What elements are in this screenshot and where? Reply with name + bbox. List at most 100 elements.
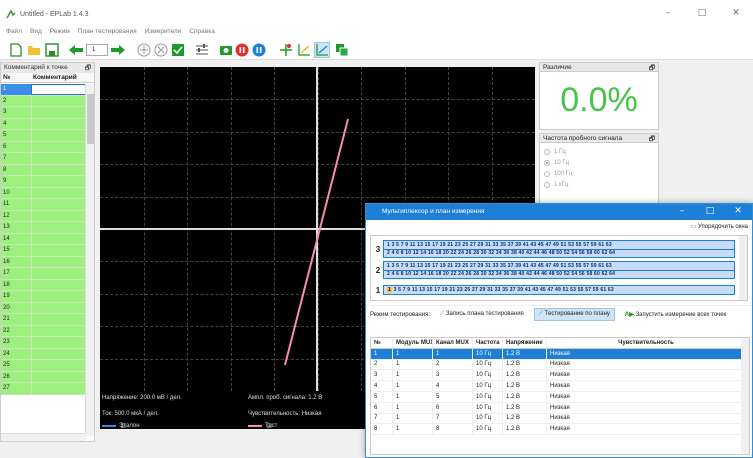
freq-option-1khz[interactable]: 1 кГц [544, 179, 654, 190]
point-row[interactable]: 15 [1, 245, 86, 257]
col-mux-module[interactable]: Модуль MUX [393, 338, 433, 348]
plan-row[interactable]: 3 1 3 10 Гц 1.2 В Низкая [371, 370, 749, 382]
point-row[interactable]: 2 [1, 95, 86, 107]
point-row[interactable]: 18 [1, 279, 86, 291]
point-comment-cell[interactable] [31, 199, 86, 210]
confirm-button[interactable] [170, 42, 186, 58]
point-comment-cell[interactable] [31, 187, 86, 198]
write-plan-button[interactable]: ⟋ Запись плана тестирования [436, 309, 528, 320]
arrange-windows-button[interactable]: ▭ Упорядочить окна [691, 223, 748, 230]
point-comment-cell[interactable] [31, 279, 86, 290]
mux-even-channels[interactable]: 2 4 6 8 10 12 14 16 18 20 22 24 26 28 30… [384, 270, 734, 278]
undock-icon[interactable]: 🗗 [649, 64, 655, 75]
horizontal-scrollbar[interactable] [1, 433, 86, 441]
col-voltage[interactable]: Напряжение [503, 338, 547, 348]
point-row[interactable]: 17 [1, 268, 86, 280]
close-button[interactable]: ✕ [719, 8, 753, 18]
menu-test-plan[interactable]: План тестирования [78, 28, 137, 40]
stop-button[interactable] [234, 42, 250, 58]
point-row[interactable]: 14 [1, 233, 86, 245]
point-row[interactable]: 21 [1, 314, 86, 326]
point-comment-cell[interactable] [31, 141, 86, 152]
col-mux-channel[interactable]: Канал MUX [433, 338, 473, 348]
point-row[interactable]: 26 [1, 371, 86, 383]
maximize-button[interactable]: □ [685, 8, 719, 18]
save-button[interactable] [44, 42, 60, 58]
mux-odd-channels[interactable]: 1 3 5 7 9 11 13 15 17 19 21 23 25 27 29 … [384, 286, 734, 294]
settings-button[interactable] [194, 42, 210, 58]
open-folder-button[interactable] [26, 42, 42, 58]
point-row[interactable]: 5 [1, 130, 86, 142]
plan-testing-button[interactable]: ⟋ Тестирование по плану [533, 308, 615, 321]
table-scrollbar[interactable] [741, 338, 749, 454]
col-comment[interactable]: Комментарий [31, 73, 79, 82]
point-row[interactable]: 6 [1, 141, 86, 153]
camera-button[interactable] [218, 42, 234, 58]
freq-option-10hz[interactable]: 10 Гц [544, 157, 654, 168]
point-number-input[interactable]: 1 [86, 44, 108, 56]
point-row[interactable]: 10 [1, 187, 86, 199]
mux-scrollbar[interactable] [739, 236, 747, 300]
point-row[interactable]: 13 [1, 222, 86, 234]
point-comment-cell[interactable] [31, 107, 86, 118]
point-row[interactable]: 27 [1, 383, 86, 395]
next-point-button[interactable] [110, 42, 126, 58]
plan-row[interactable]: 5 1 5 10 Гц 1.2 В Низкая [371, 391, 749, 403]
point-row[interactable]: 12 [1, 210, 86, 222]
col-number[interactable]: № [1, 73, 31, 82]
point-comment-cell[interactable] [31, 233, 86, 244]
curve-button[interactable] [296, 42, 312, 58]
point-comment-cell[interactable] [31, 95, 86, 106]
add-point-button[interactable] [136, 42, 152, 58]
point-row[interactable]: 23 [1, 337, 86, 349]
run-all-button[interactable]: A▶ Запустить измерение всех точек [621, 309, 730, 320]
point-comment-cell[interactable] [31, 164, 86, 175]
col-frequency[interactable]: Частота [473, 338, 503, 348]
minimize-button[interactable]: – [651, 8, 685, 18]
point-comment-cell[interactable] [31, 84, 86, 95]
dialog-minimize-button[interactable]: – [668, 206, 696, 216]
col-number[interactable]: № [371, 338, 393, 348]
pause-button[interactable] [251, 42, 267, 58]
plan-row[interactable]: 7 1 7 10 Гц 1.2 В Низкая [371, 413, 749, 425]
freq-option-100hz[interactable]: 100 Гц [544, 168, 654, 179]
grid-button[interactable] [278, 42, 294, 58]
menu-meters[interactable]: Измерители [145, 28, 182, 40]
dialog-maximize-button[interactable]: □ [696, 206, 724, 216]
point-comment-cell[interactable] [31, 360, 86, 371]
point-comment-cell[interactable] [31, 210, 86, 221]
point-comment-cell[interactable] [31, 348, 86, 359]
point-comment-cell[interactable] [31, 371, 86, 382]
undock-icon[interactable]: 🗗 [85, 64, 91, 75]
point-row[interactable]: 3 [1, 107, 86, 119]
point-row[interactable]: 9 [1, 176, 86, 188]
freq-option-1hz[interactable]: 1 Гц [544, 146, 654, 157]
point-row[interactable]: 7 [1, 153, 86, 165]
col-sensitivity[interactable]: Чувствительность [547, 338, 743, 348]
plan-row[interactable]: 1 1 1 10 Гц 1.2 В Низкая [371, 348, 749, 360]
mux-button[interactable] [334, 42, 350, 58]
remove-point-button[interactable] [153, 42, 169, 58]
mux-odd-channels[interactable]: 1 3 5 7 9 11 13 15 17 19 21 23 25 27 29 … [384, 262, 734, 270]
point-comment-cell[interactable] [31, 337, 86, 348]
curve-compare-button[interactable] [314, 42, 330, 58]
menu-file[interactable]: Файл [6, 28, 22, 40]
point-comment-cell[interactable] [31, 130, 86, 141]
point-row[interactable]: 1 [1, 84, 86, 96]
point-comment-cell[interactable] [31, 302, 86, 313]
plan-row[interactable]: 4 1 4 10 Гц 1.2 В Низкая [371, 381, 749, 392]
dialog-close-button[interactable]: ✕ [724, 206, 752, 216]
point-comment-cell[interactable] [31, 245, 86, 256]
point-comment-cell[interactable] [31, 268, 86, 279]
point-row[interactable]: 22 [1, 325, 86, 337]
vertical-scrollbar[interactable] [85, 84, 94, 436]
menu-view[interactable]: Вид [30, 28, 42, 40]
point-comment-cell[interactable] [31, 222, 86, 233]
plan-row[interactable]: 2 1 2 10 Гц 1.2 В Низкая [371, 359, 749, 371]
point-row[interactable]: 11 [1, 199, 86, 211]
prev-point-button[interactable] [68, 42, 84, 58]
point-comment-cell[interactable] [31, 153, 86, 164]
point-comment-cell[interactable] [31, 256, 86, 267]
menu-mode[interactable]: Режим [50, 28, 70, 40]
point-row[interactable]: 19 [1, 291, 86, 303]
